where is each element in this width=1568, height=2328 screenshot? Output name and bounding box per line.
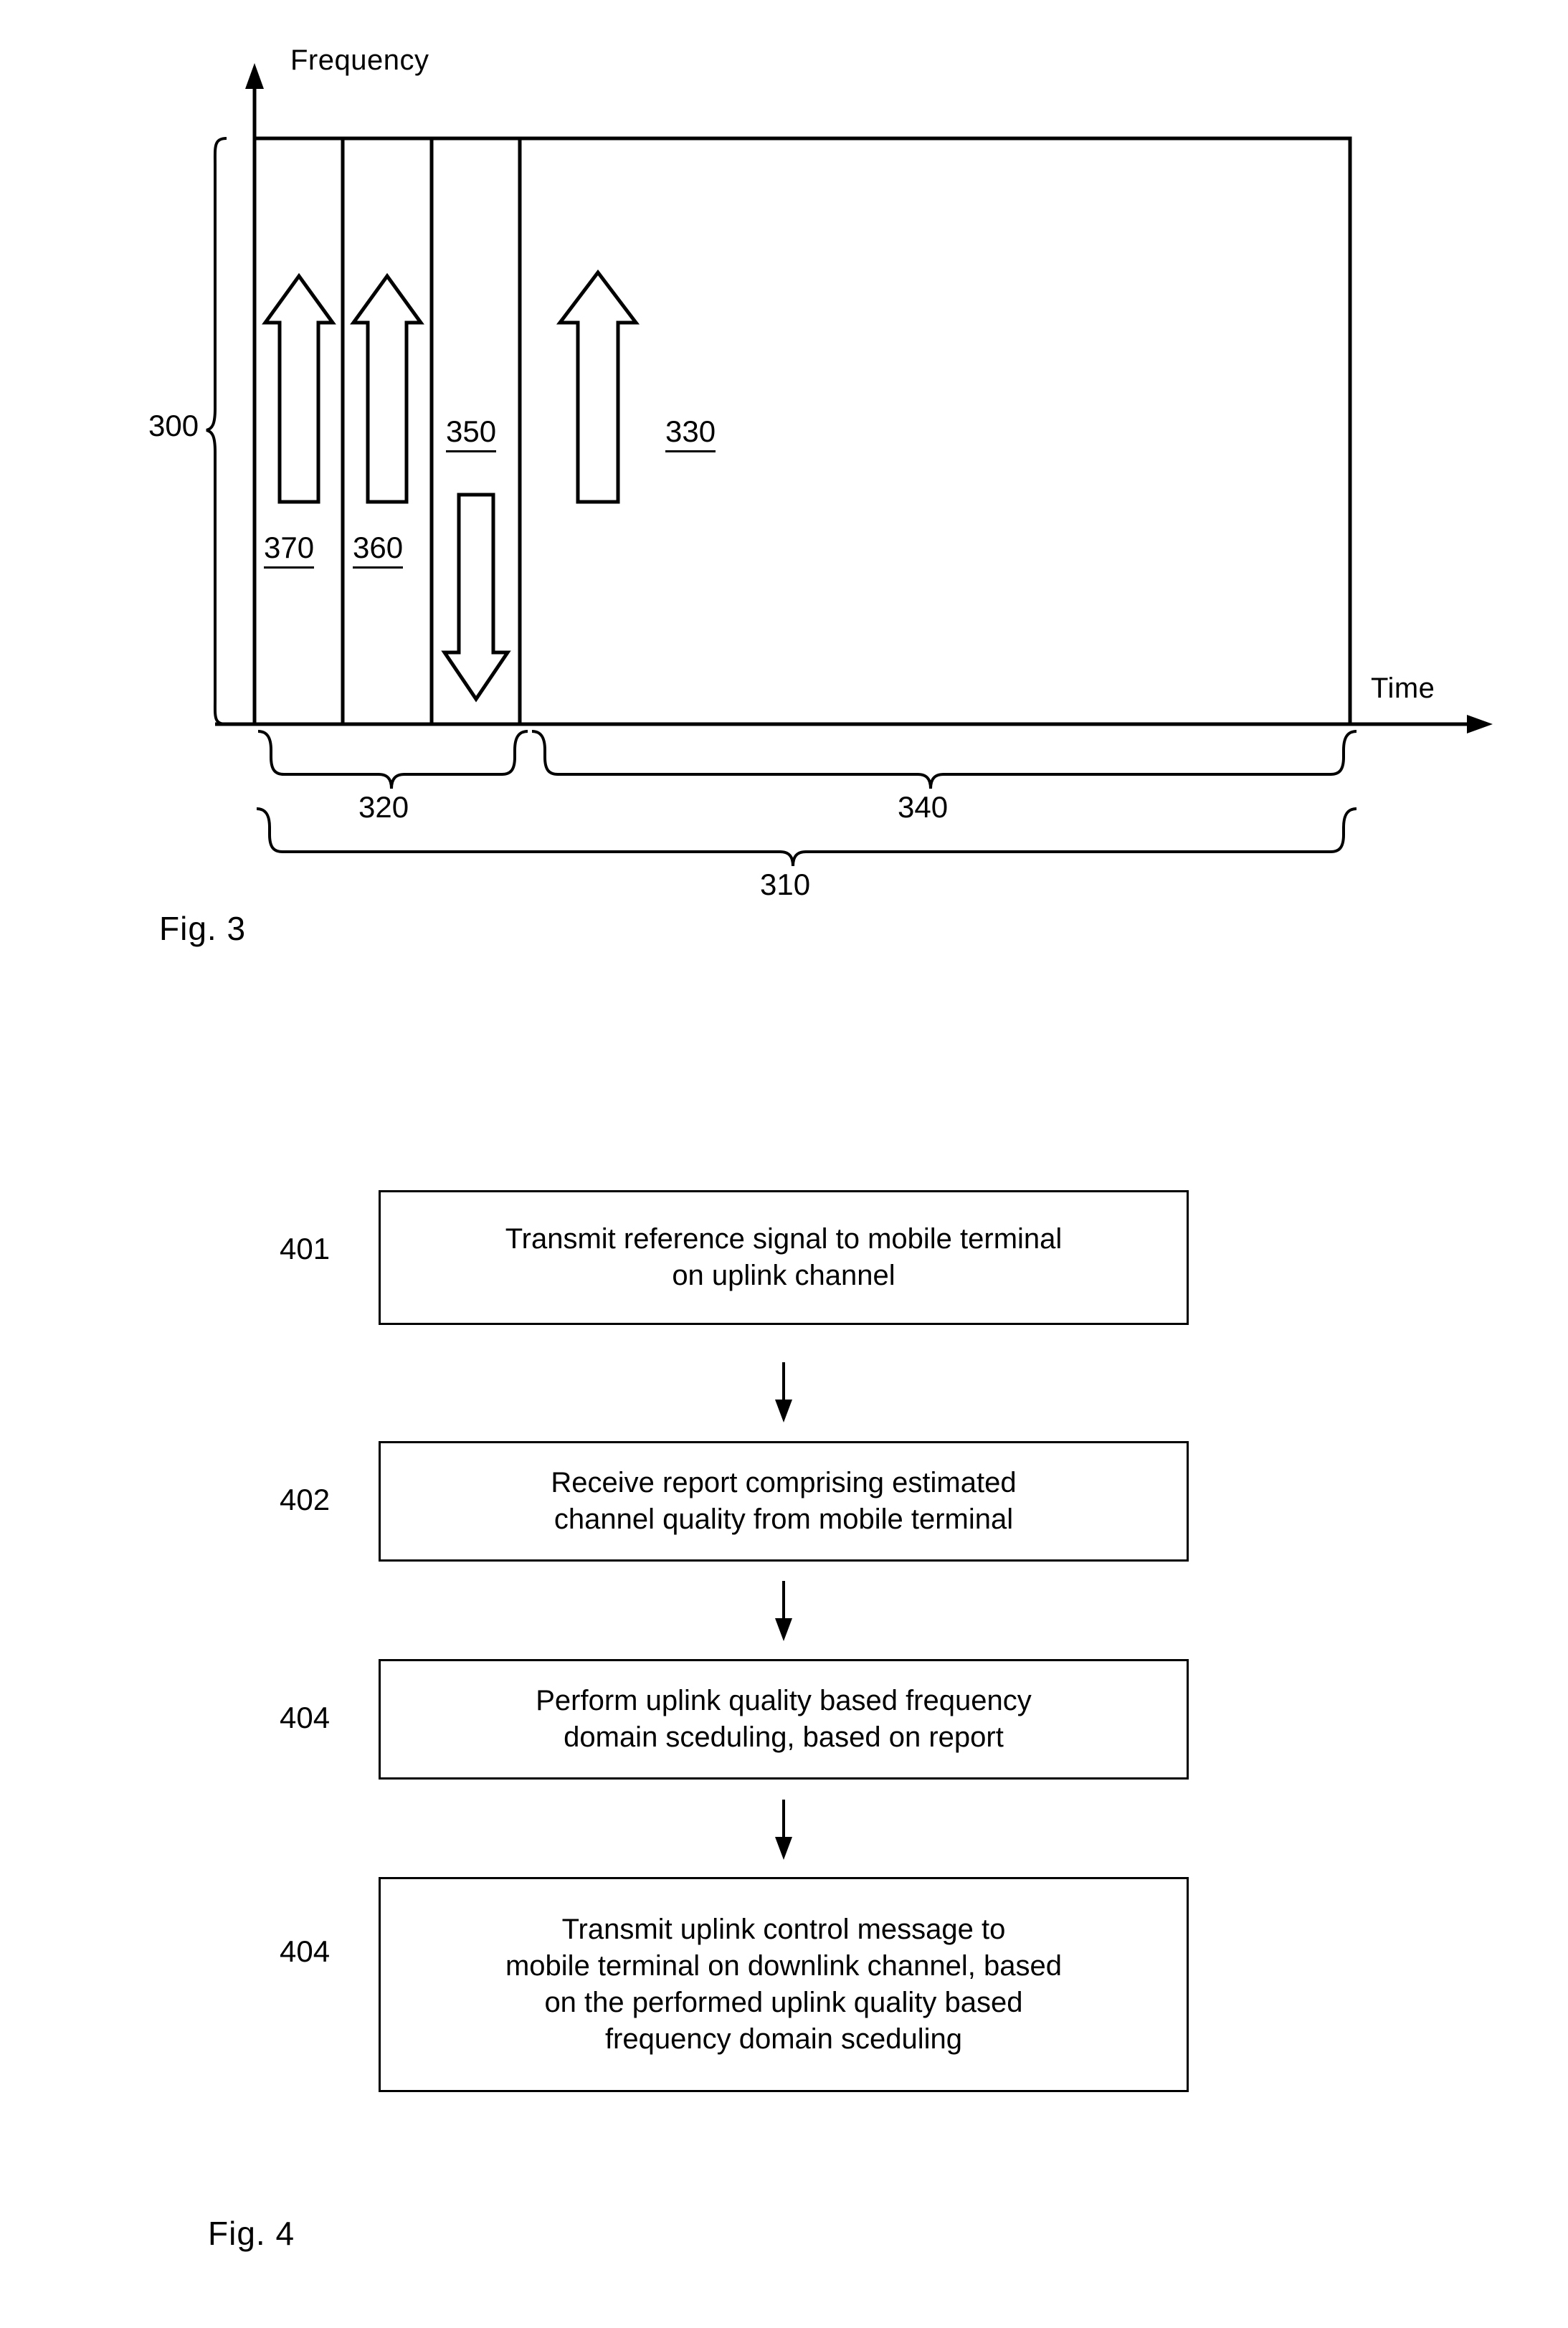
time-axis-label: Time: [1371, 673, 1435, 704]
frequency-axis-label: Frequency: [290, 44, 429, 76]
figure-3-caption: Fig. 3: [159, 910, 247, 947]
figure-4-caption: Fig. 4: [208, 2215, 295, 2252]
downlink-arrow-350-icon: [441, 493, 511, 703]
brace-310: [256, 807, 1357, 867]
step-number-404-b: 404: [280, 1934, 331, 1968]
ref-360: 360: [353, 531, 404, 569]
flow-step-box-404-a[interactable]: Perform uplink quality based frequency d…: [379, 1659, 1189, 1780]
ref-330: 330: [665, 414, 716, 452]
uplink-arrow-360-icon: [350, 272, 424, 504]
ref-350: 350: [446, 414, 497, 452]
uplink-arrow-370-icon: [262, 272, 336, 504]
step-number-402: 402: [280, 1483, 331, 1516]
figure-3-drawing: [206, 63, 1493, 867]
step-number-404-a: 404: [280, 1701, 331, 1734]
step-number-401: 401: [280, 1232, 331, 1265]
ref-320: 320: [358, 790, 409, 824]
figure-3: Frequency Time 300 370 360 350 330 320 3…: [0, 0, 1568, 1004]
brace-340: [531, 730, 1357, 789]
ref-300: 300: [148, 409, 199, 442]
brace-300: [206, 137, 227, 726]
resource-grid: [252, 136, 1352, 726]
flow-step-box-402[interactable]: Receive report comprising estimated chan…: [379, 1441, 1189, 1562]
flow-step-text-401: Transmit reference signal to mobile term…: [505, 1222, 1063, 1291]
flow-connector-1: [775, 1362, 792, 1422]
uplink-arrow-330-icon: [556, 269, 640, 504]
flow-step-box-404-b[interactable]: Transmit uplink control message to mobil…: [379, 1877, 1189, 2092]
figure-4: 401 Transmit reference signal to mobile …: [0, 1118, 1568, 2328]
brace-320: [257, 730, 528, 789]
flow-step-box-401[interactable]: Transmit reference signal to mobile term…: [379, 1190, 1189, 1325]
ref-370: 370: [264, 531, 315, 569]
ref-340: 340: [898, 790, 949, 824]
flow-step-text-402: Receive report comprising estimated chan…: [551, 1466, 1017, 1535]
flow-connector-3: [775, 1800, 792, 1860]
flow-connector-2: [775, 1581, 792, 1641]
patent-figure-page: Frequency Time 300 370 360 350 330 320 3…: [0, 0, 1568, 2328]
flow-step-text-404-b: Transmit uplink control message to mobil…: [505, 1913, 1062, 2056]
flow-step-text-404-a: Perform uplink quality based frequency d…: [536, 1684, 1032, 1753]
ref-310: 310: [760, 868, 811, 901]
